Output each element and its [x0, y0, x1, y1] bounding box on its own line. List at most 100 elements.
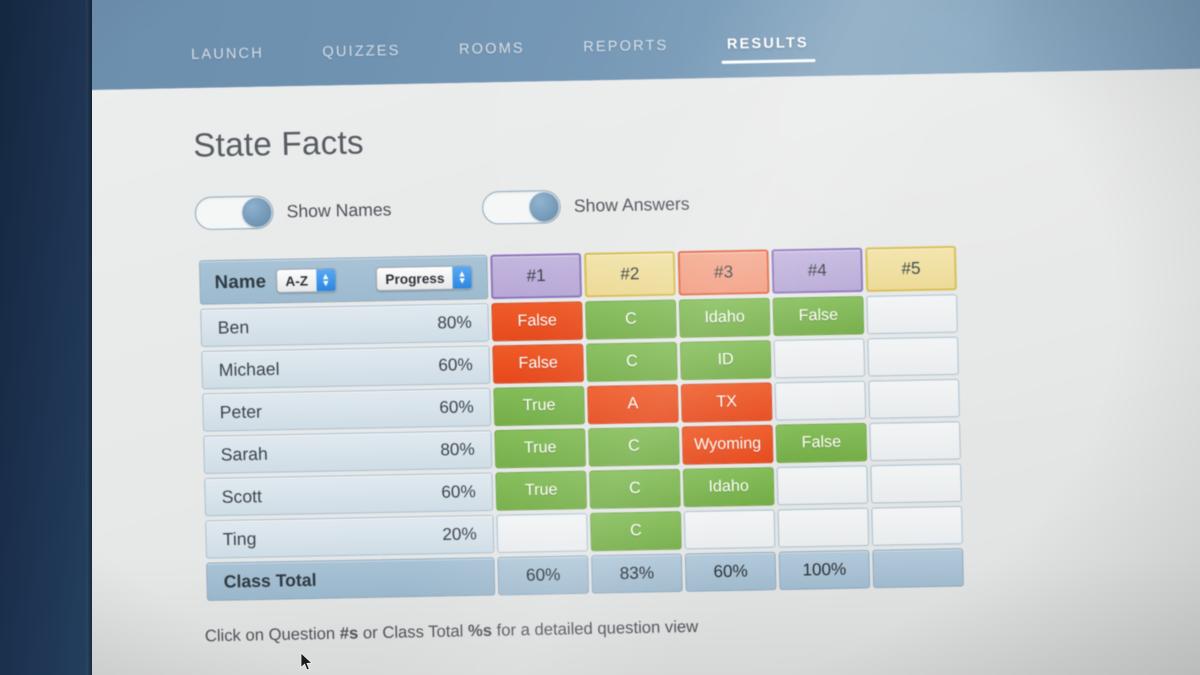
show-answers-toggle-group[interactable]: Show Answers: [481, 187, 690, 225]
answer-value[interactable]: C: [585, 299, 677, 340]
question-header-3[interactable]: #3: [677, 249, 770, 296]
name-header-cell: Name A-Z ▲ ▼ Progress ▲ ▼: [199, 254, 489, 305]
question-header-cell-5[interactable]: #5: [865, 245, 957, 292]
answer-value[interactable]: [774, 380, 867, 421]
answer-value[interactable]: [868, 378, 960, 419]
metric-select[interactable]: Progress ▲ ▼: [376, 265, 473, 292]
answer-cell[interactable]: [777, 507, 870, 548]
answer-cell[interactable]: ID: [679, 340, 772, 381]
student-name-cell[interactable]: Peter 60%: [202, 387, 492, 432]
nav-tab-rooms[interactable]: ROOMS: [459, 40, 525, 68]
answer-cell[interactable]: False: [772, 296, 865, 337]
answer-cell[interactable]: C: [588, 426, 680, 467]
answer-value[interactable]: [871, 505, 963, 546]
student-name-cell[interactable]: Scott 60%: [204, 472, 494, 517]
answer-value[interactable]: A: [587, 384, 679, 425]
answer-cell[interactable]: True: [493, 386, 586, 427]
answer-value[interactable]: Wyoming: [681, 424, 774, 465]
answer-cell[interactable]: Wyoming: [681, 424, 774, 465]
nav-tab-launch[interactable]: LAUNCH: [191, 45, 264, 74]
class-total-value-5[interactable]: [872, 548, 964, 589]
answer-value[interactable]: False: [491, 301, 584, 342]
answer-cell[interactable]: [866, 294, 958, 335]
question-header-cell-3[interactable]: #3: [677, 249, 770, 296]
answer-cell[interactable]: TX: [680, 382, 773, 423]
class-total-value-4[interactable]: 100%: [778, 549, 871, 591]
answer-cell[interactable]: [867, 336, 959, 377]
answer-cell[interactable]: C: [585, 299, 677, 340]
question-header-cell-4[interactable]: #4: [771, 247, 864, 294]
answer-value[interactable]: [869, 421, 961, 462]
nav-tab-reports[interactable]: REPORTS: [583, 38, 669, 67]
answer-value[interactable]: True: [494, 428, 587, 469]
metric-value: Progress: [385, 270, 445, 287]
class-total-cell-5[interactable]: [872, 548, 964, 589]
nav-tab-results[interactable]: RESULTS: [727, 35, 810, 64]
question-header-1[interactable]: #1: [490, 253, 583, 300]
answer-cell[interactable]: Idaho: [682, 467, 775, 508]
show-answers-toggle[interactable]: [481, 189, 562, 225]
class-total-cell-2[interactable]: 83%: [591, 553, 683, 594]
answer-cell[interactable]: [871, 505, 963, 546]
main-navigation[interactable]: LAUNCH QUIZZES ROOMS REPORTS RESULTS: [191, 35, 809, 74]
answer-value[interactable]: [867, 336, 959, 377]
nav-tab-quizzes[interactable]: QUIZZES: [322, 43, 401, 72]
answer-value[interactable]: True: [495, 470, 588, 511]
answer-cell[interactable]: [870, 463, 962, 504]
class-total-value-3[interactable]: 60%: [684, 551, 777, 592]
answer-cell[interactable]: C: [589, 468, 681, 509]
answer-value[interactable]: [866, 294, 958, 335]
answer-value[interactable]: C: [589, 468, 681, 509]
question-header-5[interactable]: #5: [865, 245, 957, 292]
answer-value[interactable]: False: [492, 343, 585, 384]
answer-cell[interactable]: Idaho: [678, 297, 771, 338]
answer-value[interactable]: C: [586, 341, 678, 382]
question-header-4[interactable]: #4: [771, 247, 864, 294]
answer-value[interactable]: [776, 465, 869, 506]
answer-cell[interactable]: [869, 421, 961, 462]
answer-value[interactable]: Idaho: [678, 297, 771, 338]
answer-value[interactable]: False: [775, 422, 868, 464]
answer-cell[interactable]: True: [495, 470, 588, 511]
class-total-value-2[interactable]: 83%: [591, 553, 683, 594]
question-header-2[interactable]: #2: [583, 251, 676, 298]
answer-value[interactable]: [870, 463, 962, 504]
answer-cell[interactable]: False: [492, 343, 585, 384]
answer-value[interactable]: C: [590, 511, 682, 552]
question-header-cell-2[interactable]: #2: [583, 251, 676, 298]
question-header-cell-1[interactable]: #1: [490, 253, 583, 300]
answer-value[interactable]: True: [493, 386, 586, 427]
answer-value[interactable]: [683, 509, 776, 550]
answer-value[interactable]: False: [772, 296, 865, 337]
answer-cell[interactable]: False: [775, 422, 868, 464]
answer-value[interactable]: C: [588, 426, 680, 467]
show-names-toggle-group[interactable]: Show Names: [194, 193, 392, 231]
answer-cell[interactable]: [773, 338, 866, 379]
student-name-cell[interactable]: Michael 60%: [201, 345, 491, 390]
class-total-cell-1[interactable]: 60%: [497, 555, 589, 596]
answer-value[interactable]: [773, 338, 866, 379]
answer-value[interactable]: [496, 513, 589, 554]
answer-value[interactable]: TX: [680, 382, 773, 423]
answer-cell[interactable]: C: [590, 511, 682, 552]
answer-cell[interactable]: [683, 509, 776, 550]
answer-cell[interactable]: [868, 378, 960, 419]
class-total-cell-4[interactable]: 100%: [778, 549, 871, 591]
answer-cell[interactable]: [774, 380, 867, 421]
answer-cell[interactable]: C: [586, 341, 678, 382]
answer-cell[interactable]: False: [491, 301, 584, 342]
answer-value[interactable]: ID: [679, 340, 772, 381]
answer-cell[interactable]: [496, 513, 589, 554]
class-total-value-1[interactable]: 60%: [497, 555, 589, 596]
answer-value[interactable]: [777, 507, 870, 548]
answer-cell[interactable]: [776, 465, 869, 506]
answer-value[interactable]: Idaho: [682, 467, 775, 508]
student-name-cell[interactable]: Sarah 80%: [203, 430, 493, 475]
sort-order-select[interactable]: A-Z ▲ ▼: [276, 267, 337, 294]
class-total-cell-3[interactable]: 60%: [684, 551, 777, 592]
student-name-cell[interactable]: Ben 80%: [200, 303, 490, 348]
student-name-cell[interactable]: Ting 20%: [205, 514, 495, 559]
answer-cell[interactable]: True: [494, 428, 587, 469]
answer-cell[interactable]: A: [587, 384, 679, 425]
show-names-toggle[interactable]: [194, 195, 274, 231]
